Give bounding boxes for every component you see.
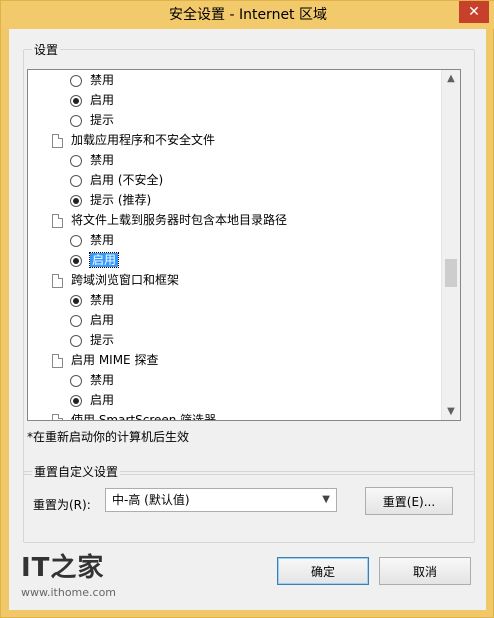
dialog-body: 设置 禁用 启用 提示 加载应用程序和不安全文件 禁用 启用 (不安全) 提示 (推荐) 将文… [9,29,486,610]
scroll-thumb[interactable] [445,259,457,287]
setting-label: 使用 SmartScreen 筛选器 [71,413,217,420]
security-level-value: 中-高 (默认值) [112,493,190,507]
setting-label: 禁用 [90,153,115,167]
document-icon [52,413,63,420]
setting-label: 提示 [90,113,115,127]
radio-icon[interactable] [70,114,82,127]
setting-option[interactable]: 禁用 [70,230,114,250]
setting-label: 禁用 [90,73,115,87]
radio-icon[interactable] [70,194,82,207]
setting-option[interactable]: 启用 [70,90,114,110]
scroll-up-icon[interactable]: ▲ [442,70,460,87]
chevron-down-icon: ▼ [322,494,330,505]
radio-icon[interactable] [70,294,82,307]
radio-icon[interactable] [70,74,82,87]
setting-option[interactable]: 启用 [70,310,114,330]
close-button[interactable]: ✕ [459,1,489,23]
security-level-select[interactable]: 中-高 (默认值) ▼ [105,488,337,512]
setting-heading: 加载应用程序和不安全文件 [52,130,215,150]
setting-option[interactable]: 禁用 [70,70,114,90]
window-title: 安全设置 - Internet 区域 [169,7,327,23]
radio-icon[interactable] [70,314,82,327]
setting-label: 提示 (推荐) [90,193,152,207]
ok-button[interactable]: 确定 [277,557,369,585]
setting-label: 跨域浏览窗口和框架 [71,273,180,287]
setting-heading: 使用 SmartScreen 筛选器 [52,410,216,420]
document-icon [52,213,63,228]
setting-option[interactable]: 启用 [70,250,120,270]
radio-icon[interactable] [70,174,82,187]
setting-label: 加载应用程序和不安全文件 [71,133,216,147]
setting-option[interactable]: 提示 [70,330,114,350]
document-icon [52,273,63,288]
setting-label: 禁用 [90,233,115,247]
security-settings-window: 安全设置 - Internet 区域 ✕ 设置 禁用 启用 提示 加载应用程序和不安全… [0,0,494,618]
setting-label: 启用 [88,252,120,268]
watermark-logo: IT之家 [21,553,105,583]
setting-option[interactable]: 禁用 [70,370,114,390]
restart-footnote: *在重新启动你的计算机后生效 [27,430,190,444]
watermark: IT之家 www.ithome.com [21,547,116,599]
cancel-button[interactable]: 取消 [379,557,471,585]
setting-label: 提示 [90,333,115,347]
setting-label: 禁用 [90,373,115,387]
setting-label: 启用 MIME 探查 [71,353,159,367]
setting-option[interactable]: 启用 [70,390,114,410]
title-bar[interactable]: 安全设置 - Internet 区域 ✕ [1,1,494,29]
setting-option[interactable]: 提示 [70,110,114,130]
close-icon: ✕ [468,4,480,20]
radio-icon[interactable] [70,394,82,407]
radio-icon[interactable] [70,334,82,347]
reset-button[interactable]: 重置(E)... [365,487,453,515]
setting-heading: 跨域浏览窗口和框架 [52,270,179,290]
reset-legend: 重置自定义设置 [32,463,121,480]
settings-list[interactable]: 禁用 启用 提示 加载应用程序和不安全文件 禁用 启用 (不安全) 提示 (推荐) 将文件上载… [27,69,461,421]
setting-label: 启用 [90,393,115,407]
setting-label: 禁用 [90,293,115,307]
setting-label: 启用 [90,93,115,107]
setting-option[interactable]: 启用 (不安全) [70,170,163,190]
radio-icon[interactable] [70,94,82,107]
setting-option[interactable]: 禁用 [70,150,114,170]
radio-icon[interactable] [70,234,82,247]
setting-heading: 将文件上载到服务器时包含本地目录路径 [52,210,287,230]
watermark-url: www.ithome.com [21,586,117,599]
setting-label: 启用 (不安全) [90,173,164,187]
document-icon [52,353,63,368]
setting-label: 将文件上载到服务器时包含本地目录路径 [71,213,288,227]
settings-legend: 设置 [32,41,61,58]
radio-icon[interactable] [70,374,82,387]
reset-to-label: 重置为(R): [33,498,91,512]
radio-icon[interactable] [70,254,82,267]
vertical-scrollbar[interactable]: ▲ ▼ [441,70,460,420]
setting-heading: 启用 MIME 探查 [52,350,158,370]
setting-option[interactable]: 禁用 [70,290,114,310]
scroll-down-icon[interactable]: ▼ [442,403,460,420]
document-icon [52,133,63,148]
radio-icon[interactable] [70,154,82,167]
setting-label: 启用 [90,313,115,327]
setting-option[interactable]: 提示 (推荐) [70,190,151,210]
settings-tree: 禁用 启用 提示 加载应用程序和不安全文件 禁用 启用 (不安全) 提示 (推荐) 将文件上载… [28,70,440,420]
